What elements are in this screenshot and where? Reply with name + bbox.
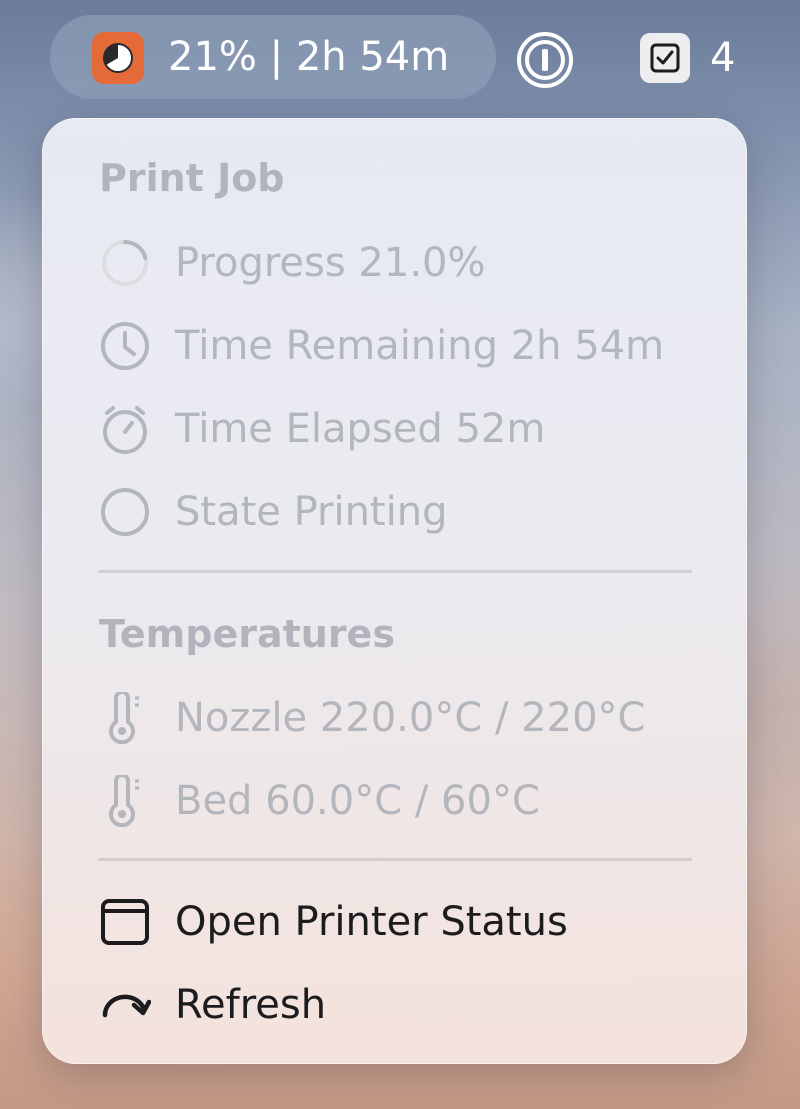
menu-item-nozzle-temp: Nozzle 220.0°C / 220°C xyxy=(99,688,645,748)
printer-dropdown-menu: Print Job Progress 21.0% Time Remaining … xyxy=(42,118,747,1064)
menu-item-label: State Printing xyxy=(175,489,448,535)
clock-icon xyxy=(99,320,151,372)
menu-divider xyxy=(98,570,692,573)
menu-item-progress: Progress 21.0% xyxy=(99,233,486,293)
menu-item-time-elapsed: Time Elapsed 52m xyxy=(99,399,545,459)
tasks-count[interactable]: 4 xyxy=(710,30,735,86)
menu-item-time-remaining: Time Remaining 2h 54m xyxy=(99,316,664,376)
circle-icon xyxy=(99,486,151,538)
menubar-status-text: 21% | 2h 54m xyxy=(168,34,450,80)
section-header-temperatures: Temperatures xyxy=(99,612,395,656)
one-password-icon[interactable] xyxy=(517,32,573,88)
menu-item-label: Open Printer Status xyxy=(175,899,568,945)
menu-item-bed-temp: Bed 60.0°C / 60°C xyxy=(99,771,540,831)
open-printer-status-button[interactable]: Open Printer Status xyxy=(99,892,568,952)
window-icon xyxy=(99,896,151,948)
timer-icon xyxy=(99,403,151,455)
menu-item-label: Bed 60.0°C / 60°C xyxy=(175,778,540,824)
section-header-print-job: Print Job xyxy=(99,156,285,200)
menu-item-label: Time Elapsed 52m xyxy=(175,406,546,452)
menu-item-label: Progress 21.0% xyxy=(175,240,486,286)
menu-item-label: Time Remaining 2h 54m xyxy=(175,323,665,369)
checkbox-icon[interactable] xyxy=(640,33,690,83)
printer-app-icon xyxy=(92,32,144,84)
thermometer-icon xyxy=(99,775,151,827)
menu-item-state: State Printing xyxy=(99,482,447,542)
menubar-status-item[interactable]: 21% | 2h 54m xyxy=(50,15,496,99)
thermometer-icon xyxy=(99,692,151,744)
menu-divider xyxy=(98,858,692,861)
menu-item-label: Refresh xyxy=(175,982,327,1028)
progress-ring-icon xyxy=(99,237,151,289)
refresh-button[interactable]: Refresh xyxy=(99,975,326,1035)
refresh-arrow-icon xyxy=(99,979,151,1031)
menu-item-label: Nozzle 220.0°C / 220°C xyxy=(175,695,646,741)
